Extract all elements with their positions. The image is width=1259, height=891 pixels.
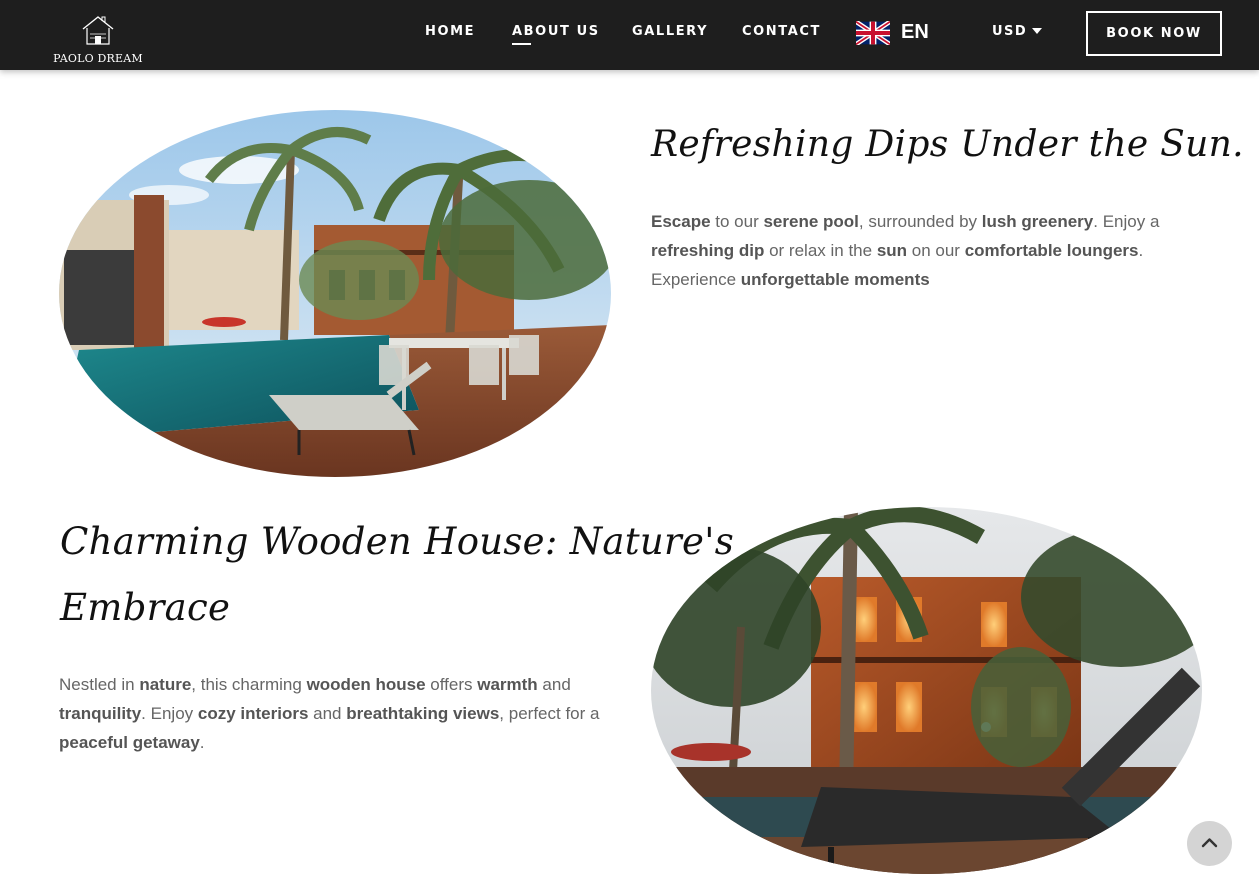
pool-text-run: . Enjoy a [1093, 212, 1160, 231]
house-text-run: and [537, 675, 571, 694]
pool-text-run: on our [907, 241, 965, 260]
pool-text-run: to our [710, 212, 764, 231]
house-text-run: . [199, 733, 205, 752]
pool-section-text: Escape to our serene pool, surrounded by… [651, 207, 1171, 294]
site-header: PAOLO DREAM HOME ABOUT US GALLERY CONTAC… [0, 0, 1259, 70]
scroll-to-top-button[interactable] [1187, 821, 1232, 866]
house-text-run: breathtaking views [346, 704, 500, 723]
language-label: EN [901, 21, 929, 43]
chevron-up-icon [1201, 838, 1218, 848]
book-now-button[interactable]: BOOK NOW [1086, 11, 1222, 56]
caret-down-icon [1032, 28, 1042, 34]
pool-text-run: lush greenery [981, 212, 1094, 231]
pool-text-run: serene pool [763, 212, 859, 231]
house-text-run: peaceful getaway [59, 733, 200, 752]
pool-photo [59, 110, 611, 477]
pool-text-run: refreshing dip [651, 241, 765, 260]
house-section-title-line1: Charming Wooden House: Nature's [60, 520, 734, 563]
logo-text: PAOLO DREAM [53, 52, 143, 65]
house-section-text: Nestled in nature, this charming wooden … [59, 670, 604, 757]
house-text-run: , this charming [191, 675, 307, 694]
house-section-title-line2: Embrace [60, 586, 231, 629]
house-text-run: wooden house [306, 675, 426, 694]
house-text-run: offers [425, 675, 478, 694]
house-text-run: cozy interiors [197, 704, 309, 723]
nav-active-indicator [512, 43, 531, 45]
pool-text-run: comfortable loungers [964, 241, 1139, 260]
house-text-run: , perfect for a [499, 704, 600, 723]
house-text-run: and [308, 704, 347, 723]
pool-section-title: Refreshing Dips Under the Sun. [651, 124, 1244, 165]
currency-label: USD [992, 24, 1028, 39]
house-text-run: nature [139, 675, 192, 694]
nav-gallery[interactable]: GALLERY [632, 24, 708, 39]
house-text-run: . Enjoy [141, 704, 198, 723]
pool-text-run: sun [876, 241, 908, 260]
pool-text-run: unforgettable moments [740, 270, 930, 289]
nav-about-us[interactable]: ABOUT US [512, 24, 600, 39]
nav-home[interactable]: HOME [425, 24, 475, 39]
house-text-run: Nestled in [59, 675, 140, 694]
house-logo-icon [82, 16, 114, 45]
house-text-run: warmth [477, 675, 538, 694]
uk-flag-icon [856, 21, 890, 45]
pool-text-run: or relax in the [764, 241, 877, 260]
pool-text-run: , surrounded by [858, 212, 982, 231]
logo[interactable]: PAOLO DREAM [52, 14, 144, 66]
wooden-house-photo [651, 507, 1202, 874]
house-text-run: tranquility [59, 704, 142, 723]
pool-text-run: Escape [651, 212, 711, 231]
nav-contact[interactable]: CONTACT [742, 24, 821, 39]
currency-selector[interactable]: USD [992, 24, 1042, 39]
